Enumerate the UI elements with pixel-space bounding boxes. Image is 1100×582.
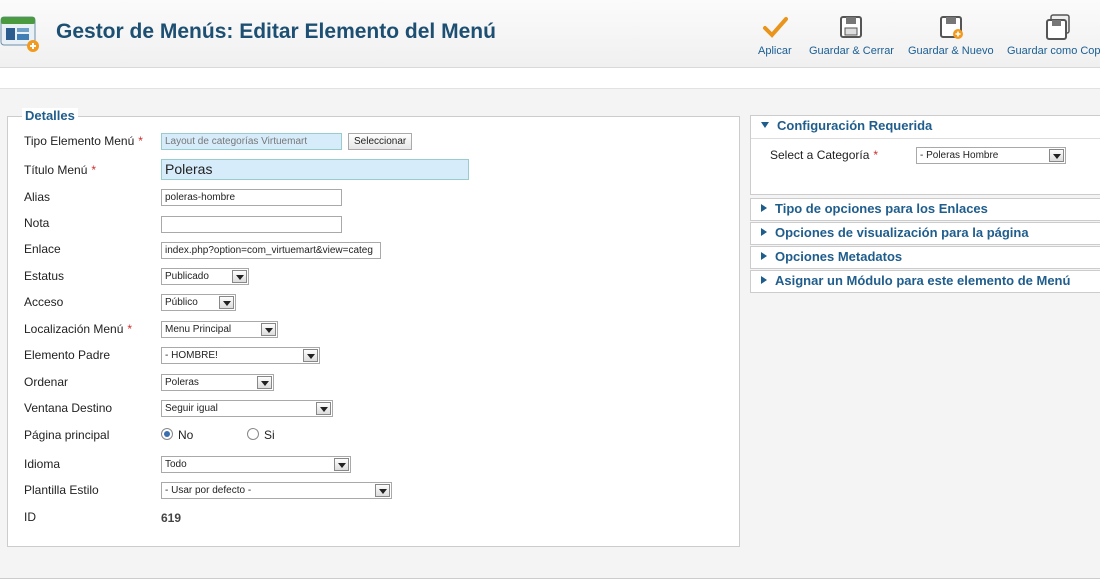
template-style-select[interactable]: - Usar por defecto - <box>161 482 392 499</box>
required-mark: * <box>91 163 97 177</box>
message-bar <box>0 68 1100 88</box>
home-page-si-label: Si <box>264 428 275 442</box>
category-label: Select a Categoría * <box>770 148 879 162</box>
chevron-down-icon <box>303 349 318 362</box>
collapsed-arrow-icon <box>761 276 767 284</box>
ordering-label: Ordenar <box>24 375 69 389</box>
page-title: Gestor de Menús: Editar Elemento del Men… <box>56 20 496 43</box>
save-copy-button[interactable]: Guardar como Copia <box>1007 14 1100 57</box>
select-type-button[interactable]: Seleccionar <box>348 133 413 150</box>
display-options-title: Opciones de visualización para la página <box>775 225 1029 240</box>
required-mark: * <box>127 322 133 336</box>
metadata-options-panel[interactable]: Opciones Metadatos <box>750 246 1100 269</box>
link-options-header[interactable]: Tipo de opciones para los Enlaces <box>751 199 1100 221</box>
alias-label: Alias <box>24 190 51 204</box>
collapsed-arrow-icon <box>761 204 767 212</box>
chevron-down-icon <box>232 270 247 283</box>
home-page-si-radio[interactable] <box>247 428 259 440</box>
module-assignment-title: Asignar un Módulo para este elemento de … <box>775 273 1071 288</box>
save-copy-label: Guardar como Copia <box>1007 45 1100 57</box>
divider <box>0 578 1100 579</box>
display-options-panel[interactable]: Opciones de visualización para la página <box>750 222 1100 245</box>
required-config-panel: Configuración Requerida Select a Categor… <box>750 115 1100 195</box>
check-icon <box>762 17 788 38</box>
id-label: ID <box>24 510 36 524</box>
menu-title-label: Título Menú * <box>24 163 97 177</box>
link-options-title: Tipo de opciones para los Enlaces <box>775 201 988 216</box>
chevron-down-icon <box>219 296 234 309</box>
save-new-button[interactable]: Guardar & Nuevo <box>908 14 994 57</box>
target-window-value: Seguir igual <box>165 403 218 414</box>
chevron-down-icon <box>375 484 390 497</box>
save-copy-icon <box>1046 14 1070 40</box>
parent-item-value: - HOMBRE! <box>165 350 218 361</box>
toolbar: Gestor de Menús: Editar Elemento del Men… <box>0 0 1100 68</box>
target-window-select[interactable]: Seguir igual <box>161 400 333 417</box>
menu-title-input[interactable]: Poleras <box>161 159 469 180</box>
home-page-no-label: No <box>178 428 194 442</box>
required-mark: * <box>873 148 879 162</box>
ordering-select[interactable]: Poleras <box>161 374 274 391</box>
apply-label: Aplicar <box>758 45 792 57</box>
status-label: Estatus <box>24 269 65 283</box>
chevron-down-icon <box>334 458 349 471</box>
display-options-header[interactable]: Opciones de visualización para la página <box>751 223 1100 245</box>
language-value: Todo <box>165 459 187 470</box>
chevron-down-icon <box>261 323 276 336</box>
details-legend: Detalles <box>22 108 78 123</box>
collapsed-arrow-icon <box>761 228 767 236</box>
menu-item-type-field: Layout de categorías Virtuemart <box>161 133 342 150</box>
status-select[interactable]: Publicado <box>161 268 249 285</box>
module-assignment-header[interactable]: Asignar un Módulo para este elemento de … <box>751 271 1100 293</box>
status-value: Publicado <box>165 271 209 282</box>
id-value: 619 <box>161 511 182 525</box>
language-label: Idioma <box>24 457 61 471</box>
home-page-no-radio[interactable] <box>161 428 173 440</box>
required-mark: * <box>138 134 143 148</box>
metadata-options-title: Opciones Metadatos <box>775 249 903 264</box>
chevron-down-icon <box>316 402 331 415</box>
expanded-arrow-icon <box>761 122 769 128</box>
metadata-options-header[interactable]: Opciones Metadatos <box>751 247 1100 269</box>
save-close-icon <box>840 16 863 38</box>
menu-location-value: Menu Principal <box>165 324 232 335</box>
menu-item-type-label: Tipo Elemento Menú * <box>24 134 143 148</box>
target-window-label: Ventana Destino <box>24 401 113 415</box>
home-page-label: Página principal <box>24 428 110 442</box>
parent-item-label: Elemento Padre <box>24 348 111 362</box>
category-value: - Poleras Hombre <box>920 150 999 161</box>
link-options-panel[interactable]: Tipo de opciones para los Enlaces <box>750 198 1100 221</box>
required-config-title: Configuración Requerida <box>777 118 933 133</box>
module-assignment-panel[interactable]: Asignar un Módulo para este elemento de … <box>750 270 1100 293</box>
language-select[interactable]: Todo <box>161 456 351 473</box>
category-select[interactable]: - Poleras Hombre <box>916 147 1066 164</box>
menu-location-label: Localización Menú * <box>24 322 133 336</box>
access-value: Público <box>165 297 198 308</box>
link-input[interactable]: index.php?option=com_virtuemart&view=cat… <box>161 242 381 259</box>
save-close-label: Guardar & Cerrar <box>809 45 894 57</box>
parent-item-select[interactable]: - HOMBRE! <box>161 347 320 364</box>
template-style-value: - Usar por defecto - <box>165 485 252 496</box>
save-new-label: Guardar & Nuevo <box>908 45 994 57</box>
note-input[interactable] <box>161 216 342 233</box>
save-close-button[interactable]: Guardar & Cerrar <box>809 14 894 57</box>
menu-manager-icon <box>0 16 39 52</box>
link-label: Enlace <box>24 242 61 256</box>
access-label: Acceso <box>24 295 64 309</box>
save-new-icon <box>939 16 963 39</box>
collapsed-arrow-icon <box>761 252 767 260</box>
menu-location-select[interactable]: Menu Principal <box>161 321 278 338</box>
template-style-label: Plantilla Estilo <box>24 483 99 497</box>
chevron-down-icon <box>1049 149 1064 162</box>
alias-input[interactable]: poleras-hombre <box>161 189 342 206</box>
ordering-value: Poleras <box>165 377 199 388</box>
required-config-header[interactable]: Configuración Requerida <box>751 116 1100 138</box>
note-label: Nota <box>24 216 50 230</box>
chevron-down-icon <box>257 376 272 389</box>
apply-button[interactable]: Aplicar <box>758 14 792 57</box>
access-select[interactable]: Público <box>161 294 236 311</box>
